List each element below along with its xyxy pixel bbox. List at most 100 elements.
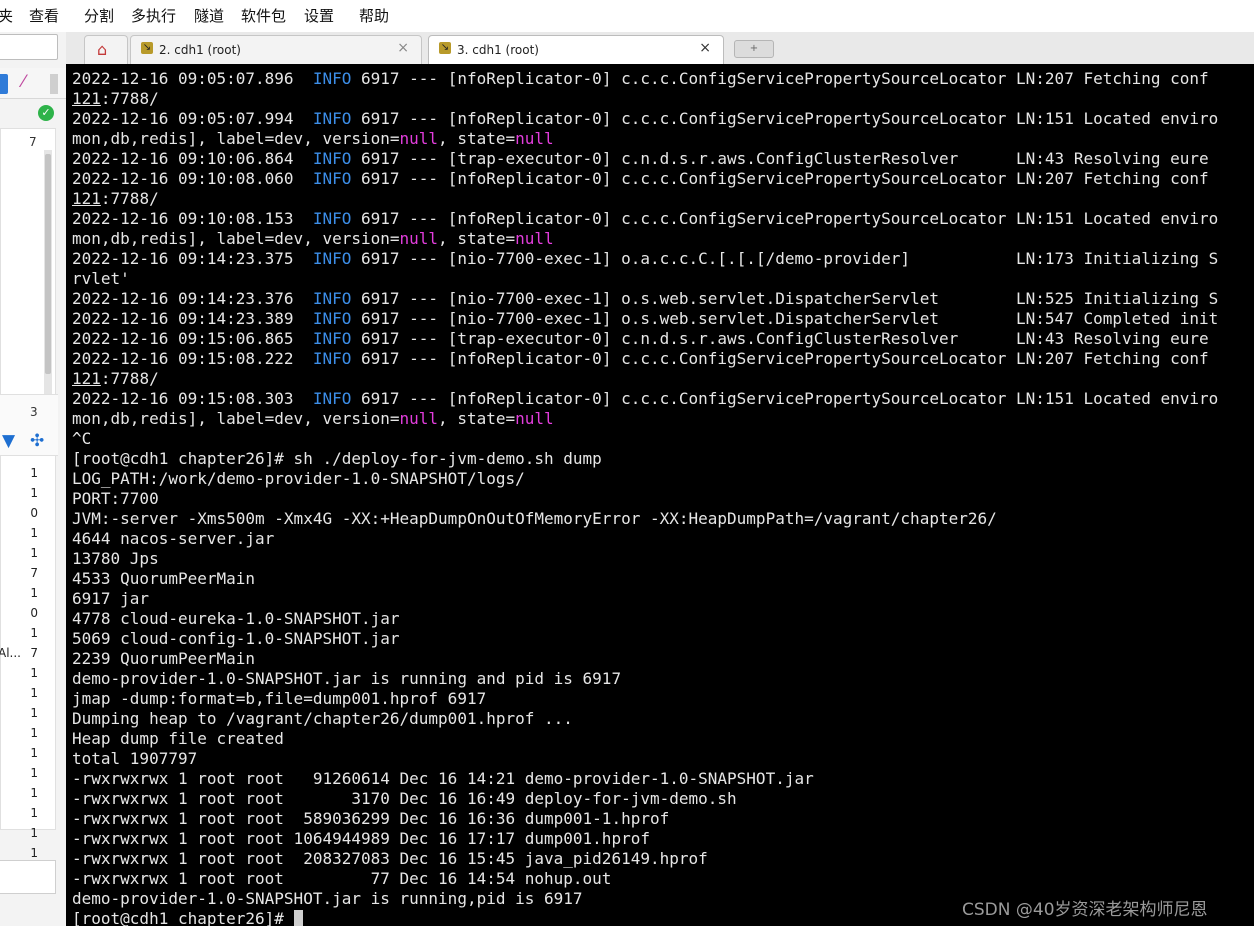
sidebar-list-item[interactable]: 1 bbox=[0, 464, 58, 484]
terminal-line: 121:7788/ bbox=[72, 369, 1218, 389]
close-icon[interactable]: × bbox=[699, 40, 711, 56]
terminal-line: JVM:-server -Xms500m -Xmx4G -XX:+HeapDum… bbox=[72, 509, 1218, 529]
terminal-line: 2022-12-16 09:05:07.896 INFO 6917 --- [n… bbox=[72, 69, 1218, 89]
menu-item-split[interactable]: 分割 bbox=[84, 5, 114, 26]
sidebar-list-item[interactable]: 1 bbox=[0, 744, 58, 764]
sidebar-item-count: 1 bbox=[30, 726, 38, 740]
terminal-text: demo-provider-1.0-SNAPSHOT.jar is runnin… bbox=[72, 669, 622, 688]
terminal-line: 2239 QuorumPeerMain bbox=[72, 649, 1218, 669]
grid-icon[interactable]: ✣ bbox=[30, 431, 44, 451]
terminal-text: [root@cdh1 chapter26]# bbox=[72, 909, 294, 926]
tab-cdh1-2[interactable]: ↘ 2. cdh1 (root) × bbox=[130, 35, 422, 64]
sidebar-item-count: 1 bbox=[30, 586, 38, 600]
terminal-text: -rwxrwxrwx 1 root root 91260614 Dec 16 1… bbox=[72, 769, 814, 788]
terminal-line: 2022-12-16 09:14:23.389 INFO 6917 --- [n… bbox=[72, 309, 1218, 329]
menu-item-tunnel[interactable]: 隧道 bbox=[194, 5, 224, 26]
terminal-line: 6917 jar bbox=[72, 589, 1218, 609]
terminal-line: 121:7788/ bbox=[72, 89, 1218, 109]
menu-item-folder[interactable]: 夹 bbox=[0, 5, 13, 26]
sidebar-bottom-box[interactable] bbox=[0, 860, 56, 894]
log-level-info: INFO bbox=[312, 169, 352, 188]
terminal-line: 2022-12-16 09:14:23.375 INFO 6917 --- [n… bbox=[72, 249, 1218, 269]
sidebar-item-count: 0 bbox=[30, 606, 38, 620]
terminal-text: 2022-12-16 09:15:08.303 bbox=[72, 389, 313, 408]
terminal-text: 6917 --- [nio-7700-exec-1] o.a.c.c.C.[.[… bbox=[351, 249, 1219, 268]
sidebar-list-item[interactable]: 1 bbox=[0, 784, 58, 804]
sidebar-list-item[interactable]: 0 bbox=[0, 604, 58, 624]
terminal-text: , state= bbox=[438, 409, 516, 428]
terminal-text: 2022-12-16 09:05:07.896 bbox=[72, 69, 313, 88]
terminal-text: mon,db,redis], label=dev, version= bbox=[72, 129, 400, 148]
terminal-line: ^C bbox=[72, 429, 1218, 449]
sidebar-list-item[interactable]: 1 bbox=[0, 624, 58, 644]
terminal-line: 121:7788/ bbox=[72, 189, 1218, 209]
new-tab-button[interactable]: + bbox=[734, 40, 774, 58]
menu-item-help[interactable]: 帮助 bbox=[359, 5, 389, 26]
sidebar-list-item[interactable]: 1 bbox=[0, 824, 58, 844]
tab-home[interactable]: ⌂ bbox=[84, 35, 128, 64]
sidebar-item-count: 1 bbox=[30, 746, 38, 760]
shirt-icon[interactable]: ▼ bbox=[2, 431, 15, 451]
menu-item-packages[interactable]: 软件包 bbox=[241, 5, 286, 26]
tab-cdh1-3-active[interactable]: ↘ 3. cdh1 (root) × bbox=[428, 35, 724, 64]
terminal-text: 6917 --- [trap-executor-0] c.n.d.s.r.aws… bbox=[351, 329, 1209, 348]
magic-wand-icon[interactable]: ⁄ bbox=[22, 72, 25, 92]
terminal-text: :7788/ bbox=[100, 189, 159, 208]
sidebar-list-item[interactable]: 0 bbox=[0, 504, 58, 524]
tree-scrollbar-thumb[interactable] bbox=[45, 154, 51, 374]
terminal-text: 4533 QuorumPeerMain bbox=[72, 569, 256, 588]
terminal-text: 4778 cloud-eureka-1.0-SNAPSHOT.jar bbox=[72, 609, 400, 628]
sidebar-list-item[interactable]: 1 bbox=[0, 484, 58, 504]
terminal-text: :7788/ bbox=[100, 369, 159, 388]
sidebar-search-input[interactable] bbox=[0, 34, 58, 60]
sidebar-list-item[interactable]: 1 bbox=[0, 524, 58, 544]
tree-header-count: 7 bbox=[29, 135, 37, 149]
sidebar-list-item[interactable]: 1 bbox=[0, 804, 58, 824]
log-level-info: INFO bbox=[312, 289, 352, 308]
menu-item-multi-exec[interactable]: 多执行 bbox=[131, 5, 176, 26]
terminal-text: Dumping heap to /vagrant/chapter26/dump0… bbox=[72, 709, 573, 728]
sidebar-list-item[interactable]: 7 bbox=[0, 564, 58, 584]
terminal-text: 2239 QuorumPeerMain bbox=[72, 649, 256, 668]
menu-item-settings[interactable]: 设置 bbox=[304, 5, 334, 26]
sidebar-item-count: 1 bbox=[30, 706, 38, 720]
sidebar-list-item[interactable]: 1 bbox=[0, 684, 58, 704]
terminal-text: rvlet' bbox=[72, 269, 130, 288]
terminal-line: [root@cdh1 chapter26]# sh ./deploy-for-j… bbox=[72, 449, 1218, 469]
sidebar-toolbar-scroll[interactable] bbox=[50, 74, 58, 94]
terminal-text: 13780 Jps bbox=[72, 549, 159, 568]
terminal-line: -rwxrwxrwx 1 root root 77 Dec 16 14:54 n… bbox=[72, 869, 1218, 889]
terminal-line: demo-provider-1.0-SNAPSHOT.jar is runnin… bbox=[72, 669, 1218, 689]
sidebar-list-item[interactable]: 1 bbox=[0, 724, 58, 744]
sidebar-item-count: 0 bbox=[30, 506, 38, 520]
sidebar-list-item[interactable]: 1 bbox=[0, 704, 58, 724]
terminal-text: 2022-12-16 09:15:08.222 bbox=[72, 349, 313, 368]
sidebar-list-item[interactable]: 1 bbox=[0, 664, 58, 684]
close-icon[interactable]: × bbox=[397, 40, 409, 56]
terminal-text: 4644 nacos-server.jar bbox=[72, 529, 275, 548]
sidebar-item-count: 7 bbox=[30, 566, 38, 580]
log-level-info: INFO bbox=[312, 309, 352, 328]
terminal-text: 6917 --- [trap-executor-0] c.n.d.s.r.aws… bbox=[351, 149, 1209, 168]
menu-item-view[interactable]: 查看 bbox=[29, 5, 59, 26]
sidebar-item-count: 1 bbox=[30, 486, 38, 500]
terminal-text: PORT:7700 bbox=[72, 489, 159, 508]
terminal-text: 2022-12-16 09:10:08.153 bbox=[72, 209, 313, 228]
terminal-output[interactable]: 2022-12-16 09:05:07.896 INFO 6917 --- [n… bbox=[66, 64, 1254, 926]
underlined-text: 121 bbox=[72, 89, 101, 108]
terminal-text: -rwxrwxrwx 1 root root 3170 Dec 16 16:49… bbox=[72, 789, 737, 808]
terminal-line: -rwxrwxrwx 1 root root 589036299 Dec 16 … bbox=[72, 809, 1218, 829]
sidebar-item-count: 1 bbox=[30, 626, 38, 640]
sidebar-list-item[interactable]: 1 bbox=[0, 764, 58, 784]
sidebar-list-item[interactable]: 7 Al... bbox=[0, 644, 58, 664]
terminal-text: JVM:-server -Xms500m -Xmx4G -XX:+HeapDum… bbox=[72, 509, 997, 528]
sidebar-list-item[interactable]: 1 bbox=[0, 584, 58, 604]
terminal-text: -rwxrwxrwx 1 root root 77 Dec 16 14:54 n… bbox=[72, 869, 612, 888]
terminal-text: ^C bbox=[72, 429, 92, 448]
sidebar-list-item[interactable]: 1 bbox=[0, 544, 58, 564]
terminal-text: 6917 --- [nfoReplicator-0] c.c.c.ConfigS… bbox=[351, 69, 1209, 88]
underlined-text: 121 bbox=[72, 369, 101, 388]
sidebar-view-icon[interactable] bbox=[0, 74, 8, 94]
terminal-text: 5069 cloud-config-1.0-SNAPSHOT.jar bbox=[72, 629, 400, 648]
terminal-text: 2022-12-16 09:05:07.994 bbox=[72, 109, 313, 128]
